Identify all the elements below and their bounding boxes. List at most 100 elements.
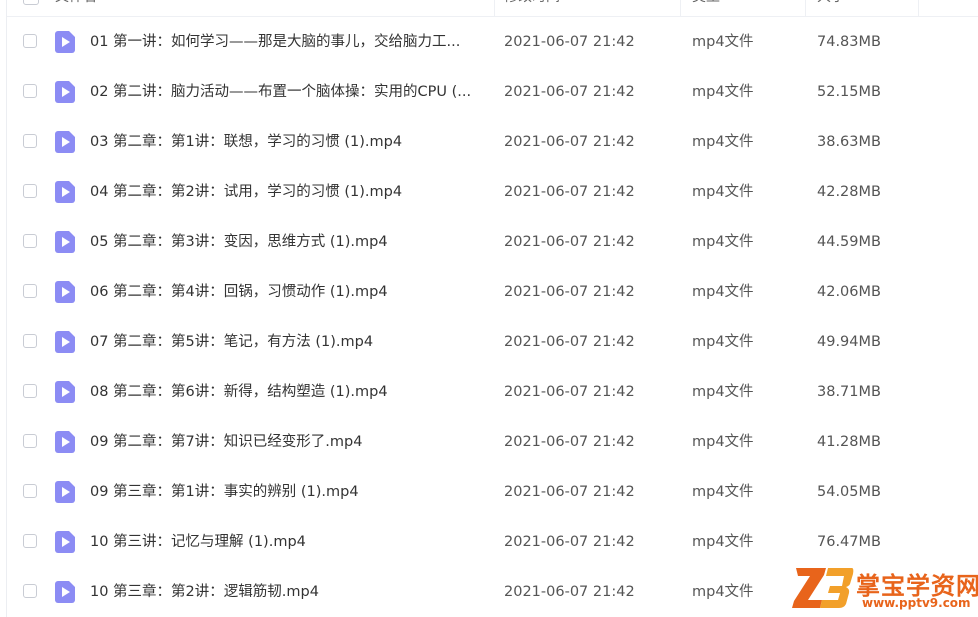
video-file-icon — [55, 181, 75, 203]
header-time[interactable]: 修改时间 — [504, 0, 560, 16]
file-size: 38.63MB — [817, 134, 881, 150]
file-modified-time: 2021-06-07 21:42 — [504, 484, 635, 500]
file-row[interactable]: 04 第二章：第2讲：试用，学习的习惯 (1).mp4 2021-06-07 21… — [7, 167, 978, 217]
file-size: 41.28MB — [817, 434, 881, 450]
file-type: mp4文件 — [692, 84, 754, 100]
file-name[interactable]: 08 第二章：第6讲：新得，结构塑造 (1).mp4 — [90, 367, 490, 417]
file-name[interactable]: 09 第三章：第1讲：事实的辨别 (1).mp4 — [90, 467, 490, 517]
file-modified-time: 2021-06-07 21:42 — [504, 534, 635, 550]
file-modified-time: 2021-06-07 21:42 — [504, 434, 635, 450]
file-size: 54.05MB — [817, 484, 881, 500]
file-type: mp4文件 — [692, 434, 754, 450]
file-size: 49.94MB — [817, 334, 881, 350]
play-icon — [62, 437, 70, 447]
file-name[interactable]: 02 第二讲：脑力活动——布置一个脑体操：实用的CPU (... — [90, 67, 490, 117]
file-type: mp4文件 — [692, 34, 754, 50]
video-file-icon — [55, 231, 75, 253]
row-checkbox[interactable] — [23, 34, 37, 48]
file-row[interactable]: 05 第二章：第3讲：变因，思维方式 (1).mp4 2021-06-07 21:… — [7, 217, 978, 267]
file-modified-time: 2021-06-07 21:42 — [504, 284, 635, 300]
header-name[interactable]: 文件名 — [55, 0, 97, 16]
row-checkbox[interactable] — [23, 484, 37, 498]
file-modified-time: 2021-06-07 21:42 — [504, 234, 635, 250]
video-file-icon — [55, 381, 75, 403]
play-icon — [62, 187, 70, 197]
file-size: 52.15MB — [817, 84, 881, 100]
header-type[interactable]: 类型 — [692, 0, 720, 16]
file-row[interactable]: 09 第二章：第7讲：知识已经变形了.mp4 2021-06-07 21:42 mp… — [7, 417, 978, 467]
file-type: mp4文件 — [692, 534, 754, 550]
file-row[interactable]: 08 第二章：第6讲：新得，结构塑造 (1).mp4 2021-06-07 21:… — [7, 367, 978, 417]
file-name[interactable]: 05 第二章：第3讲：变因，思维方式 (1).mp4 — [90, 217, 490, 267]
header-divider — [805, 0, 806, 16]
video-file-icon — [55, 531, 75, 553]
file-modified-time: 2021-06-07 21:42 — [504, 384, 635, 400]
row-checkbox[interactable] — [23, 84, 37, 98]
video-file-icon — [55, 131, 75, 153]
row-checkbox[interactable] — [23, 284, 37, 298]
file-name[interactable]: 04 第二章：第2讲：试用，学习的习惯 (1).mp4 — [90, 167, 490, 217]
file-row[interactable]: 03 第二章：第1讲：联想，学习的习惯 (1).mp4 2021-06-07 21… — [7, 117, 978, 167]
row-checkbox[interactable] — [23, 334, 37, 348]
file-modified-time: 2021-06-07 21:42 — [504, 134, 635, 150]
play-icon — [62, 137, 70, 147]
file-name[interactable]: 03 第二章：第1讲：联想，学习的习惯 (1).mp4 — [90, 117, 490, 167]
file-row[interactable]: 02 第二讲：脑力活动——布置一个脑体操：实用的CPU (... 2021-06-… — [7, 67, 978, 117]
file-name[interactable]: 10 第三讲：记忆与理解 (1).mp4 — [90, 517, 490, 567]
header-divider — [918, 0, 919, 16]
file-type: mp4文件 — [692, 334, 754, 350]
watermark-logo — [792, 568, 854, 608]
file-name[interactable]: 10 第三章：第2讲：逻辑筋韧.mp4 — [90, 567, 490, 617]
play-icon — [62, 387, 70, 397]
file-name[interactable]: 06 第二章：第4讲：回锅，习惯动作 (1).mp4 — [90, 267, 490, 317]
header-divider — [680, 0, 681, 16]
row-checkbox[interactable] — [23, 534, 37, 548]
play-icon — [62, 87, 70, 97]
row-checkbox[interactable] — [23, 584, 37, 598]
header-size[interactable]: 大小 — [817, 0, 845, 16]
file-row[interactable]: 09 第三章：第1讲：事实的辨别 (1).mp4 2021-06-07 21:42… — [7, 467, 978, 517]
video-file-icon — [55, 581, 75, 603]
play-icon — [62, 587, 70, 597]
video-file-icon — [55, 81, 75, 103]
file-row[interactable]: 10 第三讲：记忆与理解 (1).mp4 2021-06-07 21:42 mp4文… — [7, 517, 978, 567]
sort-down-icon[interactable]: ▾ — [663, 0, 669, 16]
video-file-icon — [55, 31, 75, 53]
play-icon — [62, 37, 70, 47]
row-checkbox[interactable] — [23, 234, 37, 248]
play-icon — [62, 537, 70, 547]
table-header: 文件名 修改时间 ▾ 类型 大小 — [7, 0, 978, 17]
play-icon — [62, 287, 70, 297]
file-name[interactable]: 01 第一讲：如何学习——那是大脑的事儿，交给脑力工... — [90, 17, 490, 67]
file-name[interactable]: 07 第二章：第5讲：笔记，有方法 (1).mp4 — [90, 317, 490, 367]
file-size: 74.83MB — [817, 34, 881, 50]
watermark-url: www.pptv9.com — [862, 596, 971, 610]
file-row[interactable]: 01 第一讲：如何学习——那是大脑的事儿，交给脑力工... 2021-06-07 … — [7, 17, 978, 67]
file-modified-time: 2021-06-07 21:42 — [504, 84, 635, 100]
file-type: mp4文件 — [692, 184, 754, 200]
file-type: mp4文件 — [692, 384, 754, 400]
play-icon — [62, 237, 70, 247]
row-checkbox[interactable] — [23, 384, 37, 398]
play-icon — [62, 487, 70, 497]
file-modified-time: 2021-06-07 21:42 — [504, 584, 635, 600]
play-icon — [62, 337, 70, 347]
row-checkbox[interactable] — [23, 134, 37, 148]
file-size: 38.71MB — [817, 384, 881, 400]
file-size: 76.47MB — [817, 534, 881, 550]
file-modified-time: 2021-06-07 21:42 — [504, 184, 635, 200]
file-name[interactable]: 09 第二章：第7讲：知识已经变形了.mp4 — [90, 417, 490, 467]
file-modified-time: 2021-06-07 21:42 — [504, 34, 635, 50]
file-row[interactable]: 07 第二章：第5讲：笔记，有方法 (1).mp4 2021-06-07 21:4… — [7, 317, 978, 367]
select-all-checkbox[interactable] — [23, 0, 39, 5]
file-size: 42.06MB — [817, 284, 881, 300]
file-modified-time: 2021-06-07 21:42 — [504, 334, 635, 350]
file-type: mp4文件 — [692, 584, 754, 600]
file-row[interactable]: 06 第二章：第4讲：回锅，习惯动作 (1).mp4 2021-06-07 21:… — [7, 267, 978, 317]
row-checkbox[interactable] — [23, 184, 37, 198]
file-type: mp4文件 — [692, 134, 754, 150]
row-checkbox[interactable] — [23, 434, 37, 448]
file-type: mp4文件 — [692, 484, 754, 500]
header-divider — [494, 0, 495, 16]
video-file-icon — [55, 431, 75, 453]
